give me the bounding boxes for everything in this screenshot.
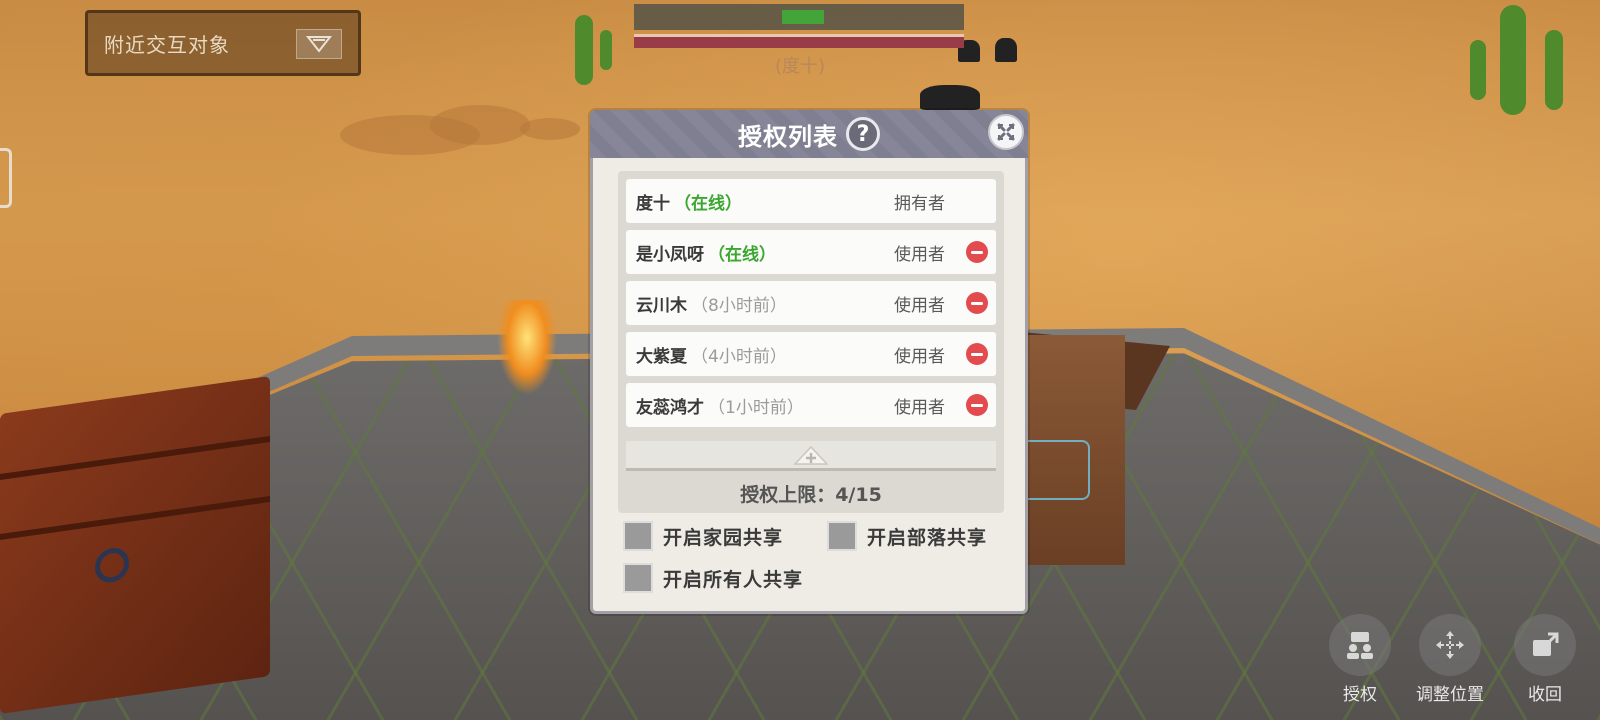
checkbox-label: 开启所有人共享: [663, 568, 804, 591]
action-bar: 授权 调整位置 收回: [1300, 610, 1600, 720]
recall-icon: [1514, 614, 1576, 676]
user-status: （4小时前）: [691, 346, 787, 367]
dune: [520, 118, 580, 140]
durability-bar: [634, 34, 964, 48]
rock: [920, 85, 980, 110]
checkbox[interactable]: [827, 521, 857, 551]
target-status-bar: [634, 4, 964, 50]
chest-lock-icon: [95, 545, 129, 585]
user-role: 使用者: [894, 397, 945, 418]
share-tribe-checkbox[interactable]: 开启部落共享: [827, 521, 987, 551]
authorization-limit: 授权上限：4/15: [740, 483, 882, 506]
user-role: 拥有者: [894, 193, 945, 214]
dialog-title: 授权列表: [738, 122, 838, 151]
add-user-button[interactable]: [626, 441, 996, 471]
remove-user-button[interactable]: [966, 241, 988, 263]
user-name: 度十: [636, 193, 670, 214]
health-indicator: [782, 10, 824, 24]
user-status: （在线）: [674, 193, 742, 214]
dialog-header: 授权列表 ?: [590, 110, 1028, 158]
nearby-label: 附近交互对象: [104, 32, 230, 57]
user-role: 使用者: [894, 295, 945, 316]
user-name: 是小凤呀: [636, 244, 704, 265]
close-icon: [997, 123, 1015, 141]
user-name: 大紫夏: [636, 346, 687, 367]
cactus: [1500, 5, 1526, 115]
cactus: [575, 15, 593, 85]
cactus: [600, 30, 612, 70]
user-name: 云川木: [636, 295, 687, 316]
user-role: 使用者: [894, 244, 945, 265]
remove-user-button[interactable]: [966, 394, 988, 416]
user-name: 友蕊鸿才: [636, 397, 704, 418]
totem-rune: [1020, 440, 1090, 500]
checkbox[interactable]: [623, 521, 653, 551]
move-icon: [1419, 614, 1481, 676]
authorize-icon: [1329, 614, 1391, 676]
adjust-position-button[interactable]: 调整位置: [1410, 614, 1490, 705]
plus-icon: [793, 445, 829, 465]
nearby-interactables-dropdown[interactable]: 附近交互对象: [85, 10, 361, 76]
dropdown-toggle-button[interactable]: [296, 29, 342, 59]
campfire: [497, 300, 557, 395]
wooden-chest: [0, 376, 270, 714]
close-button[interactable]: [988, 114, 1024, 150]
list-item: 是小凤呀 （在线） 使用者: [626, 230, 996, 274]
share-options: 开启家园共享 开启部落共享 开启所有人共享: [623, 521, 1013, 611]
share-home-checkbox[interactable]: 开启家园共享: [623, 521, 783, 551]
remove-user-button[interactable]: [966, 343, 988, 365]
checkbox-label: 开启部落共享: [867, 526, 988, 549]
authorization-dialog: 授权列表 ? 度十 （在线） 拥有者 是小凤呀 （在线） 使用者 云川木 （8小…: [590, 110, 1028, 614]
rock: [995, 38, 1017, 62]
user-status: （8小时前）: [691, 295, 787, 316]
list-item: 友蕊鸿才 （1小时前） 使用者: [626, 383, 996, 427]
list-item: 度十 （在线） 拥有者: [626, 179, 996, 223]
owner-tag: (度十): [774, 56, 826, 77]
action-label: 授权: [1343, 685, 1377, 705]
user-role: 使用者: [894, 346, 945, 367]
share-everyone-checkbox[interactable]: 开启所有人共享: [623, 563, 803, 593]
recall-button[interactable]: 收回: [1505, 614, 1585, 705]
chevron-down-icon: [306, 36, 332, 53]
cactus: [1470, 40, 1486, 100]
list-item: 云川木 （8小时前） 使用者: [626, 281, 996, 325]
dune: [430, 105, 530, 145]
user-status: （1小时前）: [708, 397, 804, 418]
help-button[interactable]: ?: [846, 117, 880, 151]
authorized-users-list: 度十 （在线） 拥有者 是小凤呀 （在线） 使用者 云川木 （8小时前） 使用者…: [618, 171, 1004, 513]
user-status: （在线）: [708, 244, 776, 265]
checkbox[interactable]: [623, 563, 653, 593]
list-item: 大紫夏 （4小时前） 使用者: [626, 332, 996, 376]
action-label: 收回: [1528, 685, 1562, 705]
authorize-button[interactable]: 授权: [1320, 614, 1400, 705]
remove-user-button[interactable]: [966, 292, 988, 314]
side-menu-tab[interactable]: [0, 148, 12, 208]
checkbox-label: 开启家园共享: [663, 526, 784, 549]
action-label: 调整位置: [1416, 685, 1484, 705]
cactus: [1545, 30, 1563, 110]
